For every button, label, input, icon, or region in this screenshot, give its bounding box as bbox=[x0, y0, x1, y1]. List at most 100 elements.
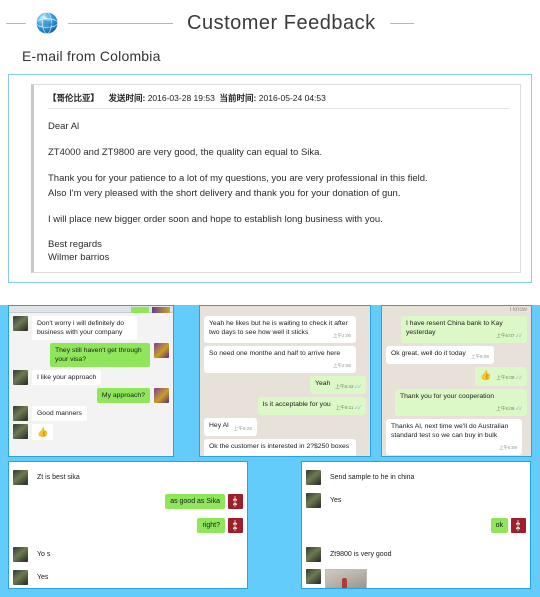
bubble-text: as good as Sika bbox=[165, 494, 225, 509]
chat-row-bottom: Zt is best sika as good as Sika right? Y… bbox=[0, 457, 540, 597]
email-paragraph-1: ZT4000 and ZT9800 are very good, the qua… bbox=[48, 147, 323, 158]
avatar bbox=[154, 343, 169, 358]
avatar bbox=[13, 547, 28, 562]
header-rule-right bbox=[389, 22, 414, 24]
thumbs-up-icon: 👍 bbox=[32, 424, 54, 440]
chat-message-in: Yo s bbox=[13, 547, 243, 562]
avatar bbox=[13, 406, 28, 421]
chat-screenshot-wechat-bottom-left[interactable]: Zt is best sika as good as Sika right? Y… bbox=[8, 461, 248, 589]
chat-message-in-image bbox=[306, 569, 526, 588]
bubble-text: So need one monthe and half to arrive he… bbox=[209, 350, 341, 357]
timestamp: 上午5:08 bbox=[470, 354, 489, 359]
chat-message-in: Yes bbox=[306, 493, 526, 508]
avatar bbox=[154, 388, 169, 403]
email-sent-label: 发送时间: bbox=[108, 93, 146, 103]
email-sender: Wilmer barrios bbox=[48, 252, 110, 263]
chat-message-in: Thanks Al, next time we'll do Australian… bbox=[386, 419, 527, 455]
timestamp: 上午9:28 bbox=[233, 426, 252, 431]
timestamp: 上午5:08 bbox=[496, 373, 522, 383]
email-current-label: 当前时间: bbox=[219, 93, 257, 103]
email-sent-time: 2016-03-28 19:53 bbox=[147, 93, 215, 103]
bubble-text: Zt is best sika bbox=[32, 470, 85, 485]
timestamp: 上午5:07 bbox=[496, 331, 522, 340]
email-divider bbox=[48, 108, 510, 109]
bubble-text: They still haven't get through your visa… bbox=[50, 343, 150, 367]
avatar bbox=[228, 518, 243, 533]
chat-message-in: Don't worry i will definitely do busines… bbox=[13, 316, 169, 340]
chat-message-out: Yeah 上午8:43 bbox=[204, 376, 366, 394]
avatar bbox=[13, 370, 28, 385]
chat-message-in: So need one monthe and half to arrive he… bbox=[204, 346, 366, 373]
chat-message-in: Send sample to he in china bbox=[306, 470, 526, 485]
email-paragraph-3: Also I'm very pleased with the short del… bbox=[48, 188, 401, 199]
chat-message-in: Yeah he likes but he is waiting to check… bbox=[204, 316, 366, 343]
bubble-text: Thank you for your cooperation bbox=[400, 393, 495, 400]
chat-message-in: Zt9800 is very good bbox=[306, 547, 526, 562]
chat-message-out: right? bbox=[13, 518, 243, 533]
email-paragraph-2: Thank you for your patience to a lot of … bbox=[48, 173, 428, 184]
chat-screenshot-wechat-bottom-right[interactable]: Send sample to he in china Yes ok Zt9800… bbox=[301, 461, 531, 589]
chat-message-in: Ok great, well do it today 上午5:08 bbox=[386, 346, 527, 364]
strip-badge-purple bbox=[152, 307, 170, 313]
thumbs-up-icon: 👍 bbox=[480, 370, 492, 380]
email-meta: 【哥伦比亚】 发送时间: 2016-03-28 19:53 当前时间: 2016… bbox=[48, 92, 510, 104]
chat-screenshot-whatsapp-right[interactable]: I know I have resent China bank to Kay y… bbox=[381, 305, 532, 457]
chat-message-out: as good as Sika bbox=[13, 494, 243, 509]
timestamp: 上午5:08 bbox=[496, 404, 522, 413]
partial-top-bubble bbox=[200, 306, 370, 313]
avatar bbox=[306, 470, 321, 485]
bubble-text: Good manners bbox=[32, 406, 87, 421]
bubble-text: Yes bbox=[325, 493, 347, 508]
email-current-time: 2016-05-24 04:53 bbox=[258, 93, 326, 103]
email-signoff: Best regards bbox=[48, 239, 102, 250]
email-country-tag: 【哥伦比亚】 bbox=[48, 93, 100, 103]
email-quote-block: 【哥伦比亚】 发送时间: 2016-03-28 19:53 当前时间: 2016… bbox=[31, 84, 521, 273]
strip-badge-green bbox=[131, 307, 149, 313]
timestamp: 上午9:11 bbox=[336, 403, 361, 412]
chat-message-out: ok bbox=[306, 518, 526, 533]
chat-message-out: Thank you for your cooperation 上午5:08 bbox=[386, 389, 527, 416]
bubble-text: right? bbox=[197, 518, 225, 533]
email-greeting: Dear Al bbox=[48, 121, 80, 132]
chat-message-out: 👍 上午5:08 bbox=[386, 367, 527, 386]
chat-message-in: I like your approach bbox=[13, 370, 169, 385]
chat-message-out: They still haven't get through your visa… bbox=[13, 343, 169, 367]
chat-screenshot-qq-left[interactable]: Don't worry i will definitely do busines… bbox=[8, 305, 174, 457]
timestamp: 上午5:09 bbox=[498, 445, 517, 450]
chat-message-in: Ok the customer is interested in 2?$250 … bbox=[204, 439, 366, 456]
chat-message-out: I have resent China bank to Kay yesterda… bbox=[386, 316, 527, 343]
qq-window-strip bbox=[9, 306, 173, 313]
chat-message-in: Zt is best sika bbox=[13, 470, 243, 485]
bubble-text: Send sample to he in china bbox=[325, 470, 420, 485]
avatar bbox=[306, 493, 321, 508]
chat-image-thumbnail[interactable] bbox=[325, 569, 367, 588]
email-body: Dear Al ZT4000 and ZT9800 are very good,… bbox=[48, 119, 510, 264]
avatar bbox=[13, 316, 28, 331]
chat-message-out: Is it acceptable for you 上午9:11 bbox=[204, 397, 366, 415]
bubble-text: Yeah he likes but he is waiting to check… bbox=[209, 320, 348, 336]
bubble-text: Don't worry i will definitely do busines… bbox=[32, 316, 137, 340]
timestamp: 上午2:06 bbox=[332, 333, 351, 338]
partial-top-bubble: I know bbox=[509, 307, 527, 313]
bubble-text: Is it acceptable for you bbox=[262, 401, 331, 408]
chat-screenshot-mosaic: Don't worry i will definitely do busines… bbox=[0, 305, 540, 597]
bubble-text: Ok the customer is interested in 2?$250 … bbox=[209, 443, 350, 450]
header-rule-left bbox=[6, 22, 26, 24]
bubble-text: I like your approach bbox=[32, 370, 102, 385]
bubble-text: Yeah bbox=[315, 380, 331, 387]
chat-message-in: Good manners bbox=[13, 406, 169, 421]
bubble-text: ok bbox=[490, 518, 508, 533]
page-title: Customer Feedback bbox=[187, 11, 376, 34]
timestamp: 上午9:29 bbox=[333, 454, 351, 456]
timestamp: 上午8:43 bbox=[335, 382, 361, 391]
avatar bbox=[228, 494, 243, 509]
avatar bbox=[13, 424, 28, 439]
chat-message-out: My approach? bbox=[13, 388, 169, 403]
avatar bbox=[13, 470, 28, 485]
email-paragraph-4: I will place new bigger order soon and h… bbox=[48, 214, 383, 225]
globe-icon bbox=[36, 12, 58, 34]
chat-screenshot-whatsapp-mid[interactable]: Yeah he likes but he is waiting to check… bbox=[199, 305, 371, 457]
bubble-text: Yo s bbox=[32, 547, 56, 562]
bubble-text: Ok great, well do it today bbox=[391, 350, 466, 357]
bubble-text: Zt9800 is very good bbox=[325, 547, 397, 562]
